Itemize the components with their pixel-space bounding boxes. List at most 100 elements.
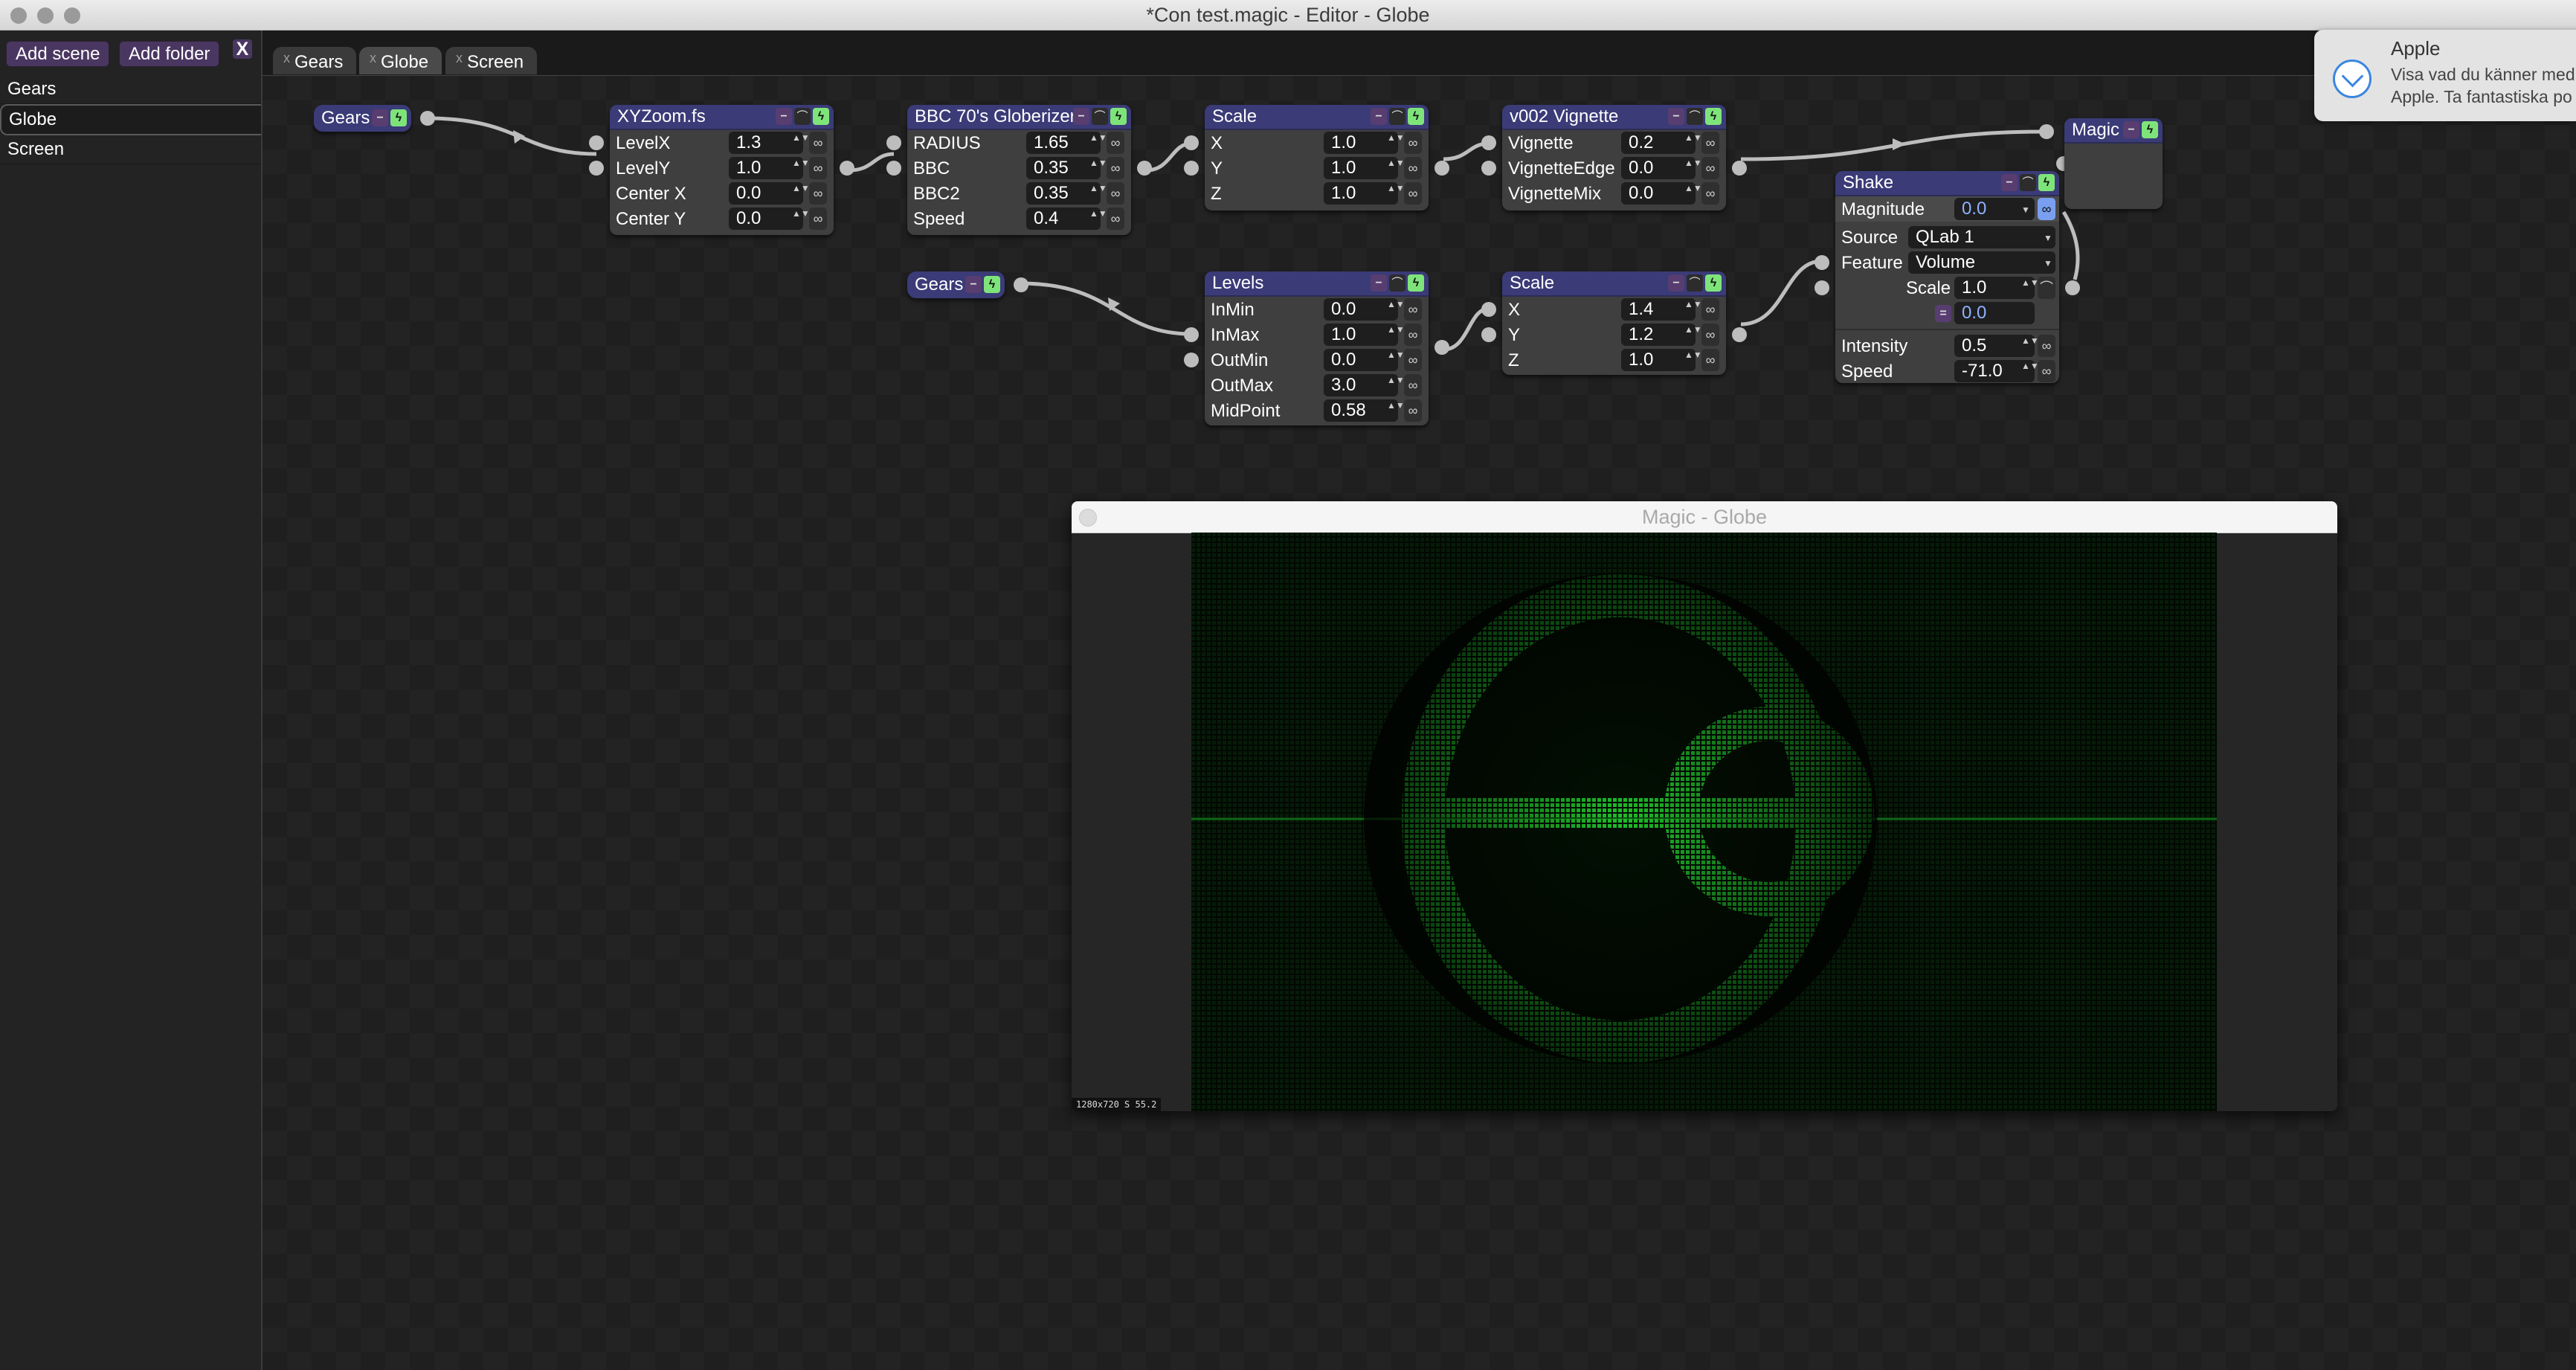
- link-icon[interactable]: ∞: [1701, 349, 1719, 371]
- minus-icon[interactable]: −: [1668, 108, 1684, 125]
- stepper-icon[interactable]: ▲▼: [1387, 300, 1405, 321]
- scene-item-screen[interactable]: Screen: [0, 135, 261, 164]
- minus-icon[interactable]: −: [2123, 121, 2139, 138]
- link-icon[interactable]: ∞: [2038, 335, 2055, 357]
- output-port[interactable]: [1137, 161, 1152, 176]
- link-icon[interactable]: ∞: [809, 132, 827, 154]
- input-port[interactable]: [1481, 161, 1496, 176]
- node-vignette[interactable]: v002 Vignette − ⌒ ϟ Vignette 0.2 ▲▼ ∞ Vi…: [1481, 105, 1747, 210]
- input-port[interactable]: [1184, 161, 1199, 176]
- link-icon[interactable]: ∞: [2038, 360, 2055, 382]
- link-icon-active[interactable]: ∞: [2038, 198, 2055, 220]
- bolt-icon[interactable]: ϟ: [1705, 274, 1722, 292]
- input-port[interactable]: [1815, 280, 1829, 295]
- bolt-icon[interactable]: ϟ: [2142, 121, 2158, 138]
- stepper-icon[interactable]: ▲▼: [792, 184, 810, 205]
- bolt-icon[interactable]: ϟ: [1705, 108, 1722, 125]
- link-icon[interactable]: ∞: [1404, 182, 1422, 205]
- bolt-icon[interactable]: ϟ: [1110, 108, 1127, 125]
- link-icon[interactable]: ∞: [809, 157, 827, 179]
- link-icon[interactable]: ∞: [809, 208, 827, 230]
- stepper-icon[interactable]: ▲▼: [1684, 300, 1702, 321]
- tab-gears[interactable]: x Gears: [273, 47, 357, 74]
- output-port[interactable]: [840, 161, 854, 176]
- stepper-icon[interactable]: ▲▼: [2021, 336, 2039, 357]
- scene-item-globe[interactable]: Globe: [0, 104, 261, 135]
- input-port[interactable]: [1481, 302, 1496, 317]
- input-port[interactable]: [589, 161, 604, 176]
- input-port[interactable]: [1481, 135, 1496, 150]
- node-globerizer[interactable]: BBC 70's Globerizer − ⌒ ϟ RADIUS 1.65 ▲▼…: [886, 105, 1152, 235]
- stepper-icon[interactable]: ▲▼: [2021, 361, 2039, 382]
- input-port[interactable]: [886, 135, 901, 150]
- listen-icon[interactable]: ⌒: [794, 108, 811, 125]
- link-icon[interactable]: ∞: [1404, 324, 1422, 346]
- input-port[interactable]: [1184, 327, 1199, 342]
- minus-icon[interactable]: −: [1073, 108, 1089, 125]
- link-icon[interactable]: ∞: [1404, 349, 1422, 371]
- tab-close-icon[interactable]: x: [283, 51, 290, 65]
- stepper-icon[interactable]: ▲▼: [1684, 133, 1702, 154]
- minus-icon[interactable]: −: [776, 108, 792, 125]
- stepper-icon[interactable]: ▲▼: [1387, 350, 1405, 371]
- link-icon[interactable]: ∞: [1701, 132, 1719, 154]
- node-shake[interactable]: Shake − ⌒ ϟ Magnitude 0.0 ▼ ∞ Source QLa…: [1815, 171, 2080, 383]
- minus-icon[interactable]: −: [2001, 174, 2018, 191]
- bolt-icon[interactable]: ϟ: [813, 108, 829, 125]
- stepper-icon[interactable]: ▲▼: [1089, 133, 1107, 154]
- listen-icon[interactable]: ⌒: [2038, 277, 2055, 299]
- stepper-icon[interactable]: ▲▼: [1684, 158, 1702, 179]
- link-icon[interactable]: ∞: [1701, 324, 1719, 346]
- stepper-icon[interactable]: ▲▼: [1684, 350, 1702, 371]
- add-folder-button[interactable]: Add folder: [119, 41, 220, 67]
- minus-icon[interactable]: −: [372, 109, 388, 126]
- input-port[interactable]: [1184, 353, 1199, 367]
- link-icon[interactable]: ∞: [1404, 157, 1422, 179]
- tab-close-icon[interactable]: x: [456, 51, 463, 65]
- tab-screen[interactable]: x Screen: [445, 47, 538, 74]
- equals-icon[interactable]: =: [1935, 305, 1951, 322]
- node-gears-source[interactable]: Gears − ϟ: [314, 105, 435, 132]
- dropdown-arrow-icon[interactable]: ▼: [2020, 199, 2032, 220]
- node-gears-source-2[interactable]: Gears − ϟ: [907, 271, 1028, 298]
- preview-titlebar[interactable]: Magic - Globe: [1072, 501, 2337, 533]
- dropdown-arrow-icon[interactable]: ▼: [2042, 228, 2054, 248]
- input-port[interactable]: [589, 135, 604, 150]
- node-scale[interactable]: Scale − ⌒ ϟ X 1.0 ▲▼ ∞ Y 1.0 ▲▼ ∞ Z 1.0 …: [1184, 105, 1449, 210]
- link-icon[interactable]: ∞: [1404, 399, 1422, 422]
- link-icon[interactable]: ∞: [1701, 298, 1719, 321]
- link-icon[interactable]: ∞: [1404, 298, 1422, 321]
- stepper-icon[interactable]: ▲▼: [1387, 401, 1405, 422]
- feature-select[interactable]: Volume: [1908, 251, 2055, 274]
- listen-icon[interactable]: ⌒: [1389, 108, 1405, 125]
- input-port[interactable]: [886, 161, 901, 176]
- bolt-icon[interactable]: ϟ: [390, 109, 407, 126]
- link-icon[interactable]: ∞: [1701, 157, 1719, 179]
- scene-item-gears[interactable]: Gears: [0, 75, 261, 104]
- listen-icon[interactable]: ⌒: [1687, 274, 1703, 292]
- node-magic-output[interactable]: Magic − ϟ: [2039, 118, 2163, 209]
- minus-icon[interactable]: −: [1668, 274, 1684, 292]
- output-port[interactable]: [420, 111, 435, 126]
- bolt-icon[interactable]: ϟ: [984, 276, 1000, 293]
- stepper-icon[interactable]: ▲▼: [1387, 325, 1405, 346]
- input-port[interactable]: [2039, 124, 2054, 139]
- minus-icon[interactable]: −: [965, 276, 982, 293]
- bolt-icon[interactable]: ϟ: [1408, 274, 1424, 292]
- link-icon[interactable]: ∞: [1701, 182, 1719, 205]
- link-icon[interactable]: ∞: [1107, 208, 1124, 230]
- stepper-icon[interactable]: ▲▼: [2021, 278, 2039, 299]
- node-xyzoom[interactable]: XYZoom.fs − ⌒ ϟ LevelX 1.3 ▲▼ ∞ LevelY 1…: [589, 105, 854, 235]
- output-port[interactable]: [2065, 280, 2080, 295]
- listen-icon[interactable]: ⌒: [1092, 108, 1108, 125]
- output-port[interactable]: [1732, 161, 1747, 176]
- stepper-icon[interactable]: ▲▼: [1387, 184, 1405, 205]
- minus-icon[interactable]: −: [1371, 108, 1387, 125]
- tab-close-icon[interactable]: x: [370, 51, 376, 65]
- offset-value-field[interactable]: 0.0: [1954, 302, 2035, 324]
- output-port[interactable]: [1014, 277, 1028, 292]
- close-sidebar-button[interactable]: X: [233, 39, 252, 59]
- stepper-icon[interactable]: ▲▼: [1089, 184, 1107, 205]
- stepper-icon[interactable]: ▲▼: [1089, 158, 1107, 179]
- input-port[interactable]: [1481, 327, 1496, 342]
